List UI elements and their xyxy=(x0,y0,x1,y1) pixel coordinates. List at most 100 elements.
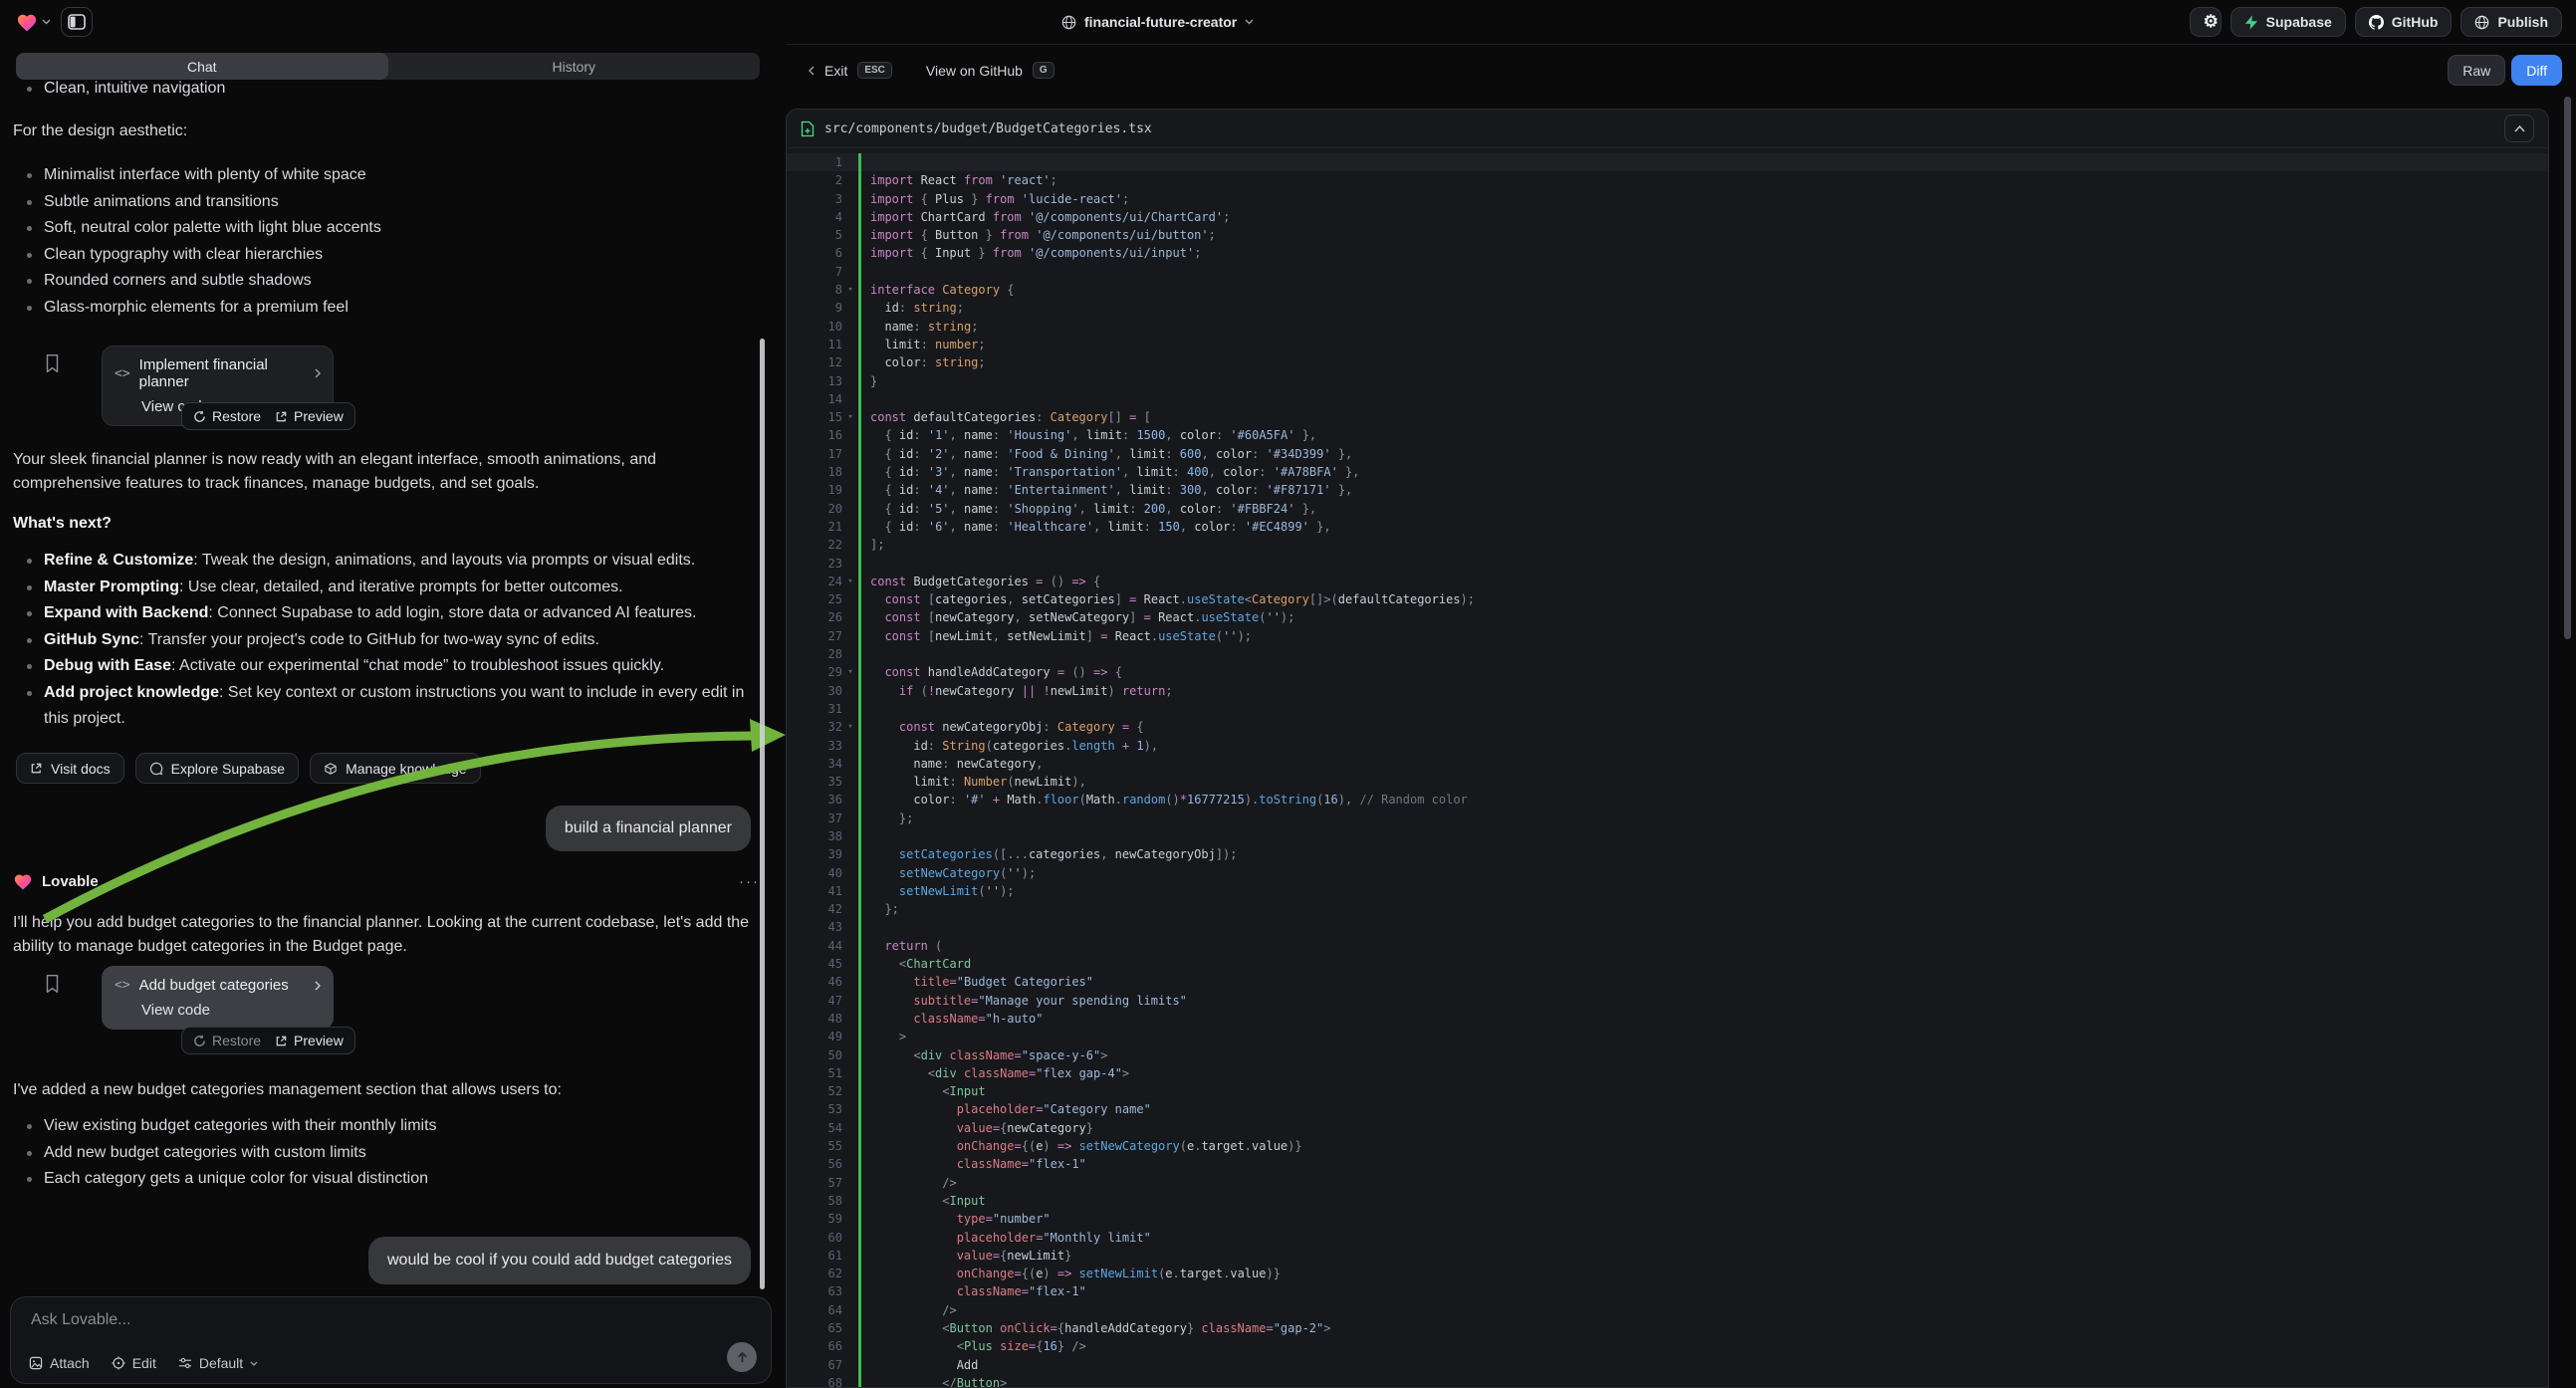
globe-icon xyxy=(2474,15,2489,30)
code-line: 49 > xyxy=(787,1028,2548,1045)
code-line: 59 type="number" xyxy=(787,1210,2548,1228)
code-line: 20 { id: '5', name: 'Shopping', limit: 2… xyxy=(787,500,2548,518)
ask-lovable-input[interactable] xyxy=(31,1311,728,1329)
code-line: 53 placeholder="Category name" xyxy=(787,1100,2548,1118)
chat-scrollbar[interactable] xyxy=(760,339,765,1289)
added-bullet-list: View existing budget categories with the… xyxy=(13,1113,755,1193)
more-options-icon[interactable]: ··· xyxy=(739,873,760,890)
code-line: 64 /> xyxy=(787,1301,2548,1319)
bookmark-icon[interactable] xyxy=(44,353,61,373)
manage-knowledge-button[interactable]: Manage knowledge xyxy=(310,753,480,784)
visit-docs-button[interactable]: Visit docs xyxy=(16,753,124,784)
code-line: 68 </Button> xyxy=(787,1374,2548,1388)
code-line: 61 value={newLimit} xyxy=(787,1247,2548,1265)
code-line: 14 xyxy=(787,390,2548,408)
code-line: 67 Add xyxy=(787,1356,2548,1374)
publish-button[interactable]: Publish xyxy=(2460,7,2562,37)
code-line: 45 <ChartCard xyxy=(787,955,2548,973)
restore-preview-pill: Restore Preview xyxy=(181,402,355,430)
code-icon: <> xyxy=(115,978,130,993)
list-item: Add project knowledge: Set key context o… xyxy=(13,680,745,733)
restore-button[interactable]: Restore xyxy=(193,1033,261,1048)
preview-button[interactable]: Preview xyxy=(275,1033,344,1048)
user-message-build-planner: build a financial planner xyxy=(546,806,751,851)
code-line: 50 <div className="space-y-6"> xyxy=(787,1046,2548,1064)
code-line: 33 id: String(categories.length + 1), xyxy=(787,737,2548,755)
settings-button[interactable]: ⚙ xyxy=(2190,7,2222,37)
code-line: 44 return ( xyxy=(787,937,2548,955)
list-item: Minimalist interface with plenty of whit… xyxy=(13,162,755,189)
collapse-file-button[interactable] xyxy=(2504,115,2534,142)
code-line: 7 xyxy=(787,263,2548,281)
toggle-sidebar-button[interactable] xyxy=(61,7,93,37)
code-line: 30 if (!newCategory || !newLimit) return… xyxy=(787,682,2548,700)
exit-button[interactable]: Exit xyxy=(824,63,847,79)
file-header[interactable]: src/components/budget/BudgetCategories.t… xyxy=(787,110,2548,148)
lovable-heart-icon xyxy=(13,872,33,890)
arrow-up-icon xyxy=(737,1351,748,1364)
gear-icon: ⚙ xyxy=(2204,12,2219,32)
code-line: 46 title="Budget Categories" xyxy=(787,973,2548,991)
code-line: 52 <Input xyxy=(787,1082,2548,1100)
supabase-button[interactable]: Supabase xyxy=(2230,7,2346,37)
raw-toggle-button[interactable]: Raw xyxy=(2448,55,2505,86)
code-diff-view[interactable]: 12import React from 'react';3import { Pl… xyxy=(787,148,2548,1388)
next-steps-list: Refine & Customize: Tweak the design, an… xyxy=(13,548,745,733)
code-line: 38 xyxy=(787,827,2548,845)
panel-layout-icon xyxy=(68,14,86,30)
list-item: Rounded corners and subtle shadows xyxy=(13,268,755,295)
list-item: GitHub Sync: Transfer your project's cod… xyxy=(13,627,745,654)
code-line: 5import { Button } from '@/components/ui… xyxy=(787,226,2548,244)
code-editor-card: src/components/budget/BudgetCategories.t… xyxy=(786,109,2549,1388)
lovable-logo-menu[interactable] xyxy=(16,12,51,32)
explore-supabase-button[interactable]: Explore Supabase xyxy=(135,753,299,784)
chevron-up-icon xyxy=(2514,125,2525,132)
code-line: 40 setNewCategory(''); xyxy=(787,864,2548,882)
version-card-add-budget-categories[interactable]: <> Add budget categories View code xyxy=(102,966,334,1030)
code-line: 21 { id: '6', name: 'Healthcare', limit:… xyxy=(787,518,2548,536)
chevron-right-icon xyxy=(315,981,321,991)
code-line: 11 limit: number; xyxy=(787,336,2548,353)
code-line: 29▾ const handleAddCategory = () => { xyxy=(787,663,2548,681)
code-line: 35 limit: Number(newLimit), xyxy=(787,773,2548,791)
code-line: 27 const [newLimit, setNewLimit] = React… xyxy=(787,627,2548,645)
mode-selector[interactable]: Default xyxy=(178,1355,258,1371)
edit-button[interactable]: Edit xyxy=(112,1355,156,1371)
preview-button[interactable]: Preview xyxy=(275,408,344,424)
code-line: 13} xyxy=(787,372,2548,390)
view-on-github-button[interactable]: View on GitHub xyxy=(926,63,1023,79)
code-line: 3import { Plus } from 'lucide-react'; xyxy=(787,190,2548,208)
list-item: Clean, intuitive navigation xyxy=(13,76,755,103)
restore-button[interactable]: Restore xyxy=(193,408,261,424)
code-line: 51 <div className="flex gap-4"> xyxy=(787,1064,2548,1082)
project-switcher[interactable]: financial-future-creator xyxy=(1061,7,1254,37)
design-heading: For the design aesthetic: xyxy=(13,119,187,143)
list-item: Master Prompting: Use clear, detailed, a… xyxy=(13,575,745,601)
diff-toggle-button[interactable]: Diff xyxy=(2511,55,2562,86)
send-button[interactable] xyxy=(727,1342,757,1372)
code-line: 17 { id: '2', name: 'Food & Dining', lim… xyxy=(787,445,2548,463)
supabase-icon xyxy=(2244,15,2258,30)
code-line: 1 xyxy=(787,153,2548,171)
assistant-header: Lovable ··· xyxy=(13,872,760,890)
bookmark-icon[interactable] xyxy=(44,974,61,994)
user-message-add-categories: would be cool if you could add budget ca… xyxy=(368,1237,751,1284)
chevron-right-icon xyxy=(315,368,321,378)
chat-composer: Attach Edit Default xyxy=(10,1296,772,1384)
code-line: 18 { id: '3', name: 'Transportation', li… xyxy=(787,463,2548,481)
code-line: 48 className="h-auto" xyxy=(787,1010,2548,1028)
code-line: 55 onChange={(e) => setNewCategory(e.tar… xyxy=(787,1137,2548,1155)
code-scrollbar[interactable] xyxy=(2564,97,2571,639)
list-item: Each category gets a unique color for vi… xyxy=(13,1166,755,1193)
code-line: 22]; xyxy=(787,536,2548,554)
knowledge-box-icon xyxy=(324,762,338,776)
view-code-link[interactable]: View code xyxy=(141,1002,321,1019)
code-line: 10 name: string; xyxy=(787,318,2548,336)
list-item: Soft, neutral color palette with light b… xyxy=(13,215,755,242)
lovable-heart-icon xyxy=(16,12,38,32)
attach-button[interactable]: Attach xyxy=(29,1355,90,1371)
whats-next-heading: What's next? xyxy=(13,515,112,533)
code-line: 24▾const BudgetCategories = () => { xyxy=(787,573,2548,590)
github-button[interactable]: GitHub xyxy=(2355,7,2453,37)
code-view-header: Exit ESC View on GitHub G Raw Diff xyxy=(787,44,2576,96)
